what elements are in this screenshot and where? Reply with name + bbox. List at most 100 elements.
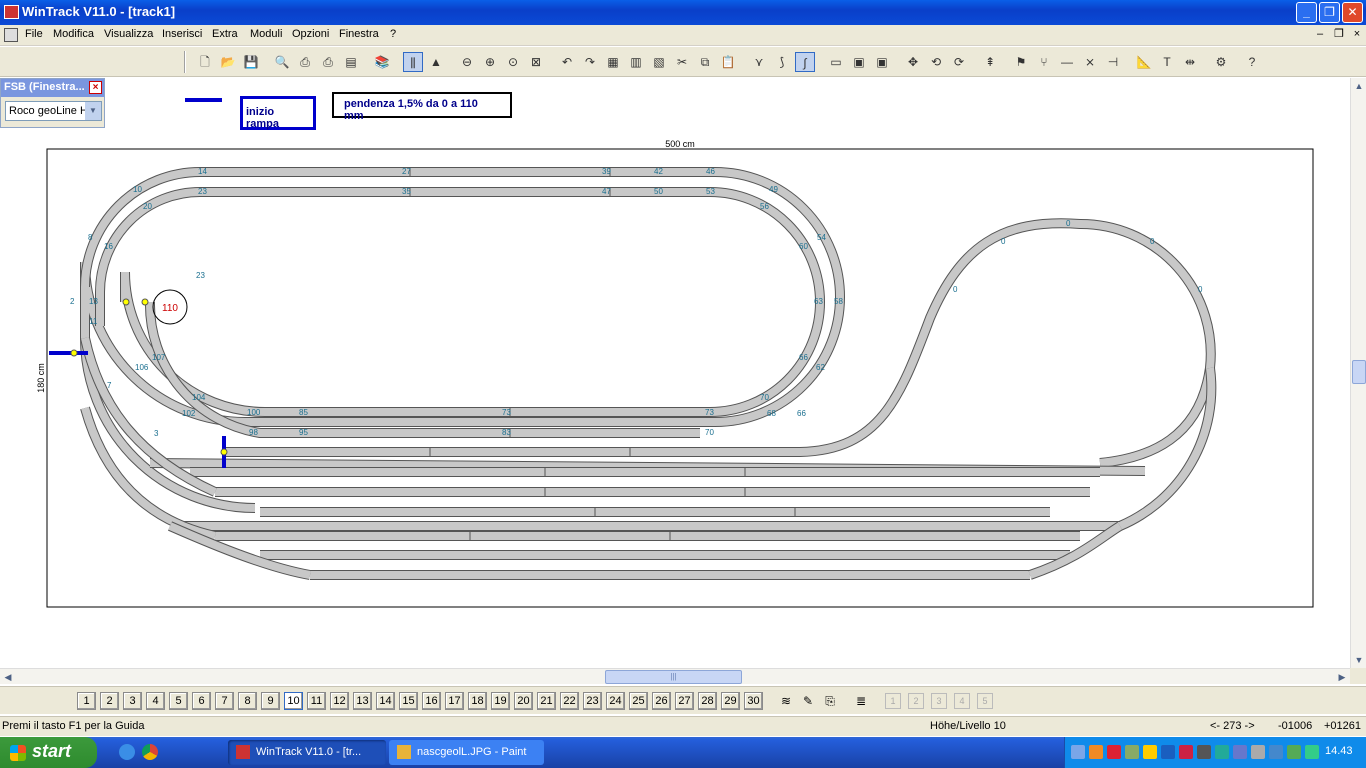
copy-properties-icon[interactable]: ▥ (626, 52, 646, 72)
print-setup-icon[interactable]: ⎙ (318, 52, 338, 72)
layer-button-14[interactable]: 14 (376, 692, 395, 710)
bumper-icon[interactable]: ⊣ (1103, 52, 1123, 72)
tray-shield-icon[interactable] (1143, 745, 1157, 759)
restore-button[interactable]: ❐ (1319, 2, 1340, 23)
mdi-minimize-icon[interactable]: – (1313, 27, 1327, 41)
properties-icon[interactable]: ▦ (603, 52, 623, 72)
height-icon[interactable]: ⇞ (980, 52, 1000, 72)
straight-icon[interactable]: — (1057, 52, 1077, 72)
tray-network-icon[interactable] (1071, 745, 1085, 759)
options-icon[interactable]: ⚙ (1211, 52, 1231, 72)
horizontal-scrollbar[interactable]: ◀ ||| ▶ (0, 668, 1350, 684)
layer-button-21[interactable]: 21 (537, 692, 556, 710)
layer-button-22[interactable]: 22 (560, 692, 579, 710)
menu-modifica[interactable]: Modifica (53, 28, 94, 40)
rotate-icon[interactable]: ⟲ (926, 52, 946, 72)
cut-icon[interactable]: ✂ (672, 52, 692, 72)
mdi-restore-icon[interactable]: ❐ (1332, 27, 1346, 41)
menu-help[interactable]: ? (390, 28, 396, 40)
tray-update-icon[interactable] (1125, 745, 1139, 759)
zoom-all-icon[interactable]: ⊠ (526, 52, 546, 72)
tray-app-icon[interactable] (1089, 745, 1103, 759)
scroll-left-icon[interactable]: ◀ (0, 669, 16, 685)
view-4-icon[interactable]: 4 (954, 693, 970, 709)
new-file-icon[interactable]: 🗋 (195, 52, 215, 72)
layers-icon[interactable]: ≋ (776, 692, 796, 710)
menu-file[interactable]: File (25, 28, 43, 40)
document-icon[interactable] (4, 28, 18, 42)
view-3-icon[interactable]: 3 (931, 693, 947, 709)
wintrack-app-icon[interactable] (4, 5, 19, 19)
layer-button-17[interactable]: 17 (445, 692, 464, 710)
layer-button-25[interactable]: 25 (629, 692, 648, 710)
library-select[interactable]: Roco geoLine H ▼ (5, 101, 102, 121)
layer-edit-icon[interactable]: ✎ (798, 692, 818, 710)
tray-wireless-icon[interactable] (1233, 745, 1247, 759)
menu-extra[interactable]: Extra (212, 28, 238, 40)
menu-inserisci[interactable]: Inserisci (162, 28, 202, 40)
layer-button-5[interactable]: 5 (169, 692, 188, 710)
chrome-icon[interactable] (142, 744, 158, 760)
view-1-icon[interactable]: 1 (885, 693, 901, 709)
layer-button-20[interactable]: 20 (514, 692, 533, 710)
menu-moduli[interactable]: Moduli (250, 28, 282, 40)
measure-icon[interactable]: 📐 (1134, 52, 1154, 72)
library-icon[interactable]: 📚 (372, 52, 392, 72)
layer-button-1[interactable]: 1 (77, 692, 96, 710)
layer-button-12[interactable]: 12 (330, 692, 349, 710)
layer-button-13[interactable]: 13 (353, 692, 372, 710)
tray-battery-icon[interactable] (1269, 745, 1283, 759)
layer-button-16[interactable]: 16 (422, 692, 441, 710)
flex-track-icon[interactable]: ⋎ (749, 52, 769, 72)
fsb-panel[interactable]: FSB (Finestra... × Roco geoLine H ▼ (0, 78, 105, 128)
tray-volume-icon[interactable] (1287, 745, 1301, 759)
tray-security-icon[interactable] (1107, 745, 1121, 759)
layer-copy-icon[interactable]: ⎘ (820, 692, 840, 710)
task-wintrack[interactable]: WinTrack V11.0 - [tr... (228, 740, 386, 765)
vertical-scroll-thumb[interactable] (1352, 360, 1366, 384)
layer-button-2[interactable]: 2 (100, 692, 119, 710)
chevron-down-icon[interactable]: ▼ (85, 102, 101, 120)
scroll-up-icon[interactable]: ▲ (1351, 78, 1366, 94)
layer-button-4[interactable]: 4 (146, 692, 165, 710)
layer-button-30[interactable]: 30 (744, 692, 763, 710)
connect-icon[interactable]: ∫ (795, 52, 815, 72)
internet-explorer-icon[interactable] (119, 744, 135, 760)
tray-usb-icon[interactable] (1251, 745, 1265, 759)
view-2-icon[interactable]: 2 (908, 693, 924, 709)
close-button[interactable]: ✕ (1342, 2, 1363, 23)
move-icon[interactable]: ✥ (903, 52, 923, 72)
text-icon[interactable]: T (1157, 52, 1177, 72)
layer-button-24[interactable]: 24 (606, 692, 625, 710)
menu-finestra[interactable]: Finestra (339, 28, 379, 40)
paste-icon[interactable]: 📋 (718, 52, 738, 72)
grid-settings-icon[interactable]: ⫼ (403, 52, 423, 72)
layer-button-9[interactable]: 9 (261, 692, 280, 710)
view-5-icon[interactable]: 5 (977, 693, 993, 709)
slope-note[interactable]: pendenza 1,5% da 0 a 110 mm (332, 92, 512, 122)
layer-button-23[interactable]: 23 (583, 692, 602, 710)
rotate-180-icon[interactable]: ⟳ (949, 52, 969, 72)
landscape-icon[interactable]: ▲ (426, 52, 446, 72)
ramp-start-note[interactable]: inizio rampa (240, 96, 316, 130)
layer-button-19[interactable]: 19 (491, 692, 510, 710)
undo-icon[interactable]: ↶ (557, 52, 577, 72)
minimize-button[interactable]: _ (1296, 2, 1317, 23)
dimension-icon[interactable]: ⇹ (1180, 52, 1200, 72)
parts-list-icon[interactable]: ▤ (341, 52, 361, 72)
tray-monitor-icon[interactable] (1215, 745, 1229, 759)
copy-icon[interactable]: ⧉ (695, 52, 715, 72)
layer-button-11[interactable]: 11 (307, 692, 326, 710)
menu-visualizza[interactable]: Visualizza (104, 28, 153, 40)
layer-button-26[interactable]: 26 (652, 692, 671, 710)
context-help-icon[interactable]: ? (1242, 52, 1262, 72)
layer-button-27[interactable]: 27 (675, 692, 694, 710)
task-paint[interactable]: nascgeolL.JPG - Paint (389, 740, 544, 765)
scroll-down-icon[interactable]: ▼ (1351, 652, 1366, 668)
print-icon[interactable]: ⎙ (295, 52, 315, 72)
fsb-header[interactable]: FSB (Finestra... × (1, 79, 104, 97)
track-drawing-area[interactable]: 500 cm 180 cm 14 27 39 42 46 10 49 8 54 … (0, 78, 1350, 668)
horizontal-scroll-thumb[interactable]: ||| (605, 670, 742, 684)
open-folder-icon[interactable]: 📂 (218, 52, 238, 72)
tray-bluetooth-icon[interactable] (1161, 745, 1175, 759)
